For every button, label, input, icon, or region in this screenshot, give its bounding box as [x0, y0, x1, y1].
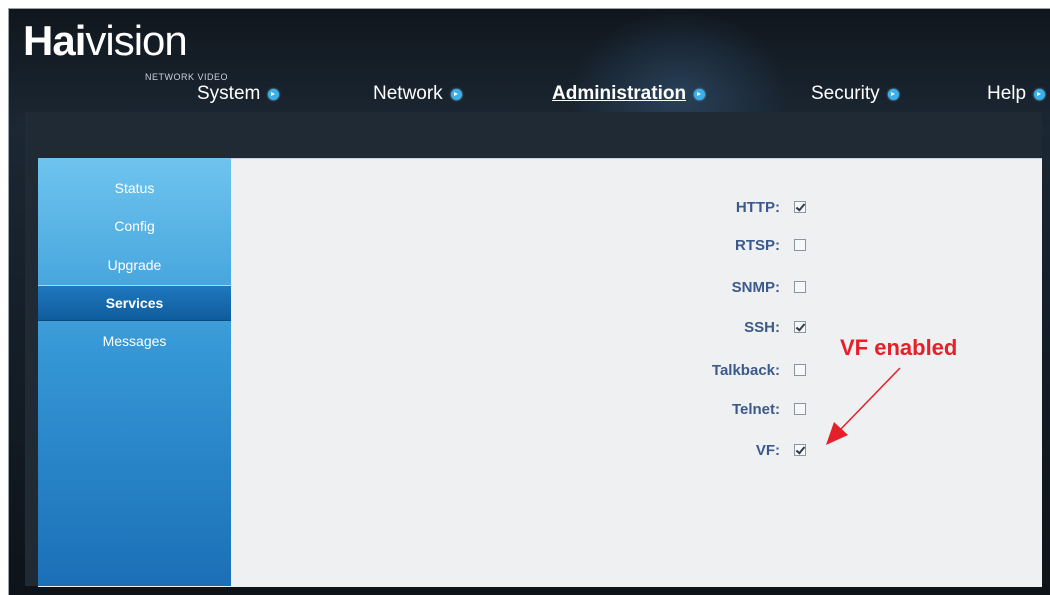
rtsp-checkbox[interactable] [794, 239, 806, 251]
sidebar-item-status[interactable]: Status [38, 171, 231, 205]
http-checkbox[interactable] [794, 201, 806, 213]
nav-security[interactable]: Security [811, 83, 899, 105]
service-row-telnet: Telnet: [600, 399, 806, 419]
nav-system[interactable]: System [197, 83, 280, 105]
logo-tagline: NETWORK VIDEO [145, 72, 229, 82]
service-label-snmp: SNMP: [731, 278, 780, 296]
service-row-vf: VF: [600, 440, 806, 460]
sidebar-item-config[interactable]: Config [38, 209, 231, 243]
service-label-telnet: Telnet: [731, 400, 780, 418]
nav-network[interactable]: Network [373, 83, 462, 105]
vf-enabled-annotation: VF enabled [840, 335, 958, 360]
service-label-http: HTTP: [735, 198, 780, 216]
nav-security-label: Security [811, 83, 880, 104]
arrow-circle-icon [450, 88, 462, 100]
nav-administration[interactable]: Administration [552, 83, 706, 105]
service-row-talkback: Talkback: [600, 360, 806, 380]
talkback-checkbox[interactable] [794, 364, 806, 376]
sidebar: Status Config Upgrade Services Messages [38, 158, 231, 586]
nav-administration-label: Administration [552, 83, 687, 104]
arrow-circle-icon [694, 88, 706, 100]
service-row-ssh: SSH: [600, 317, 806, 337]
arrow-circle-icon [1034, 88, 1046, 100]
arrow-circle-icon [887, 88, 899, 100]
service-row-http: HTTP: [600, 197, 806, 217]
service-row-snmp: SNMP: [600, 277, 806, 297]
nav-system-label: System [197, 83, 261, 104]
service-label-ssh: SSH: [744, 318, 780, 336]
nav-network-label: Network [373, 83, 443, 104]
arrow-circle-icon [268, 88, 280, 100]
service-label-rtsp: RTSP: [735, 236, 780, 254]
service-label-talkback: Talkback: [711, 361, 780, 379]
ssh-checkbox[interactable] [794, 321, 806, 333]
sidebar-item-messages[interactable]: Messages [38, 324, 231, 358]
top-nav: System Network Administration Security H… [9, 83, 1050, 109]
snmp-checkbox[interactable] [794, 281, 806, 293]
service-label-vf: VF: [755, 441, 780, 459]
nav-help-label: Help [987, 83, 1027, 104]
sidebar-item-services[interactable]: Services [38, 285, 231, 321]
nav-help[interactable]: Help [987, 83, 1046, 105]
sidebar-item-upgrade[interactable]: Upgrade [38, 248, 231, 282]
telnet-checkbox[interactable] [794, 403, 806, 415]
service-row-rtsp: RTSP: [600, 235, 806, 255]
haivision-logo: Haivision [23, 17, 188, 64]
vf-checkbox[interactable] [794, 444, 806, 456]
